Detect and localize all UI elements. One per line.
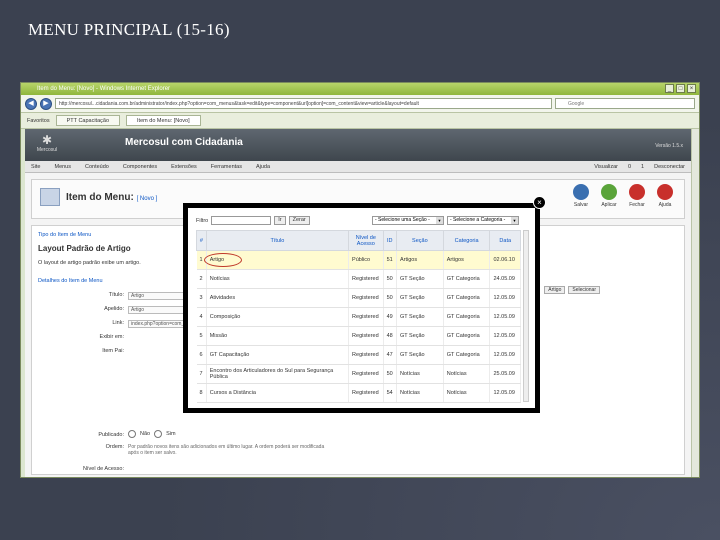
chevron-down-icon: ▼ xyxy=(436,217,443,224)
browser-window-title: Item do Menu: [Novo] - Windows Internet … xyxy=(37,86,171,92)
menu-help[interactable]: Ajuda xyxy=(256,161,270,172)
admin-menu: Site Menus Conteúdo Componentes Extensõe… xyxy=(25,161,691,173)
published-no-label: Não xyxy=(140,431,151,437)
favorites-link[interactable]: Favoritos xyxy=(27,118,50,124)
menu-site[interactable]: Site xyxy=(31,161,40,172)
page-subtitle: [ Novo ] xyxy=(136,196,158,202)
article-select-modal: Filtro Ir Zerar - Selecione uma Seção - ▼… xyxy=(183,203,540,413)
close-button[interactable]: Fechar xyxy=(626,184,648,208)
menu-tools[interactable]: Ferramentas xyxy=(211,161,242,172)
article-link[interactable]: Notícias xyxy=(206,269,350,289)
published-yes-radio[interactable] xyxy=(154,430,163,438)
field-label: Título: xyxy=(108,292,124,298)
logout-link[interactable]: Desconectar xyxy=(654,161,685,172)
apply-icon xyxy=(601,184,617,200)
close-window-button[interactable]: × xyxy=(687,84,696,93)
details-heading: Detalhes do Item de Menu xyxy=(38,278,103,284)
col-id[interactable]: ID xyxy=(382,230,397,251)
access-label: Nível de Acesso: xyxy=(83,466,124,472)
menu-item-icon xyxy=(40,188,60,206)
search-input[interactable]: Google xyxy=(555,98,695,109)
menu-extensions[interactable]: Extensões xyxy=(171,161,197,172)
article-link[interactable]: Atividades xyxy=(206,288,350,308)
article-link[interactable]: Cursos a Distância xyxy=(206,383,350,403)
site-name: Mercosul com Cidadania xyxy=(125,137,243,148)
section-select[interactable]: - Selecione uma Seção - ▼ xyxy=(372,216,444,225)
version-text: Versão 1.5.x xyxy=(655,143,683,149)
site-logo: ✱ Mercosul xyxy=(36,133,58,153)
table-row[interactable]: 3 Atividades Registered 50 GT Seção GT Catego… xyxy=(196,288,521,308)
breadcrumb[interactable]: Tipo do Item de Menu xyxy=(38,232,91,238)
back-icon[interactable]: ◀ xyxy=(25,97,37,110)
forward-icon[interactable]: ▶ xyxy=(40,97,52,110)
apply-button[interactable]: Aplicar xyxy=(598,184,620,208)
select-button[interactable]: Selecionar xyxy=(568,286,600,294)
filter-bar: Filtro Ir Zerar xyxy=(196,216,310,225)
article-link[interactable]: Encontro dos Articuladores do Sul para S… xyxy=(206,364,350,384)
table-row[interactable]: 1 Artigo Público 51 Artigos Artigos 02.06.10 xyxy=(196,250,521,270)
published-label: Publicado: xyxy=(98,432,124,438)
highlight-circle xyxy=(204,253,242,267)
filter-label: Filtro xyxy=(196,217,209,224)
tab-item-menu[interactable]: Item do Menu: [Novo] xyxy=(126,115,201,126)
url-input[interactable]: http://mercosul...cidadania.com.br/admin… xyxy=(55,98,552,109)
table-row[interactable]: 8 Cursos a Distância Registered 54 Notícias N… xyxy=(196,383,521,403)
help-icon xyxy=(657,184,673,200)
tab-ptt[interactable]: PTT Capacitação xyxy=(55,115,121,126)
close-icon[interactable]: × xyxy=(533,196,546,209)
users-count[interactable]: 1 xyxy=(641,161,644,172)
table-row[interactable]: 7 Encontro dos Articuladores do Sul para … xyxy=(196,364,521,384)
help-button[interactable]: Ajuda xyxy=(654,184,676,208)
col-number: # xyxy=(196,230,207,251)
slide-title: MENU PRINCIPAL (15-16) xyxy=(28,20,230,39)
admin-header: ✱ Mercosul Mercosul com Cidadania Versão … xyxy=(25,129,691,161)
reset-button[interactable]: Zerar xyxy=(288,216,310,225)
col-section[interactable]: Seção xyxy=(395,230,444,251)
minimize-button[interactable]: _ xyxy=(665,84,674,93)
order-label: Ordem: xyxy=(105,444,124,450)
address-bar: ◀ ▶ http://mercosul...cidadania.com.br/a… xyxy=(21,95,699,113)
col-category[interactable]: Categoria xyxy=(442,230,491,251)
browser-scrollbar[interactable] xyxy=(691,129,699,477)
article-link[interactable]: Missão xyxy=(206,326,350,346)
col-access[interactable]: Nível de Acesso xyxy=(348,230,384,251)
layout-title: Layout Padrão de Artigo xyxy=(38,244,131,253)
chevron-down-icon: ▼ xyxy=(511,217,518,224)
col-date[interactable]: Data xyxy=(489,230,521,251)
table-row[interactable]: 5 Missão Registered 48 GT Seção GT Categoria 1… xyxy=(196,326,521,346)
go-button[interactable]: Ir xyxy=(274,216,286,225)
order-help-text: Por padrão novos itens são adicionados e… xyxy=(128,444,325,456)
layout-description: O layout de artigo padrão exibe um artig… xyxy=(38,260,141,266)
category-select[interactable]: - Selecione a Categoria - ▼ xyxy=(447,216,519,225)
col-title[interactable]: Título xyxy=(205,230,350,251)
tab-bar: Favoritos PTT Capacitação Item do Menu: … xyxy=(21,113,699,129)
table-row[interactable]: 2 Notícias Registered 50 GT Seção GT Categori… xyxy=(196,269,521,289)
published-no-radio[interactable] xyxy=(128,430,136,438)
cancel-icon xyxy=(629,184,645,200)
articles-table: # Título Nível de Acesso ID Seção Catego… xyxy=(196,230,521,403)
table-row[interactable]: 4 Composição Registered 49 GT Seção GT Catego… xyxy=(196,307,521,327)
published-yes-label: Sim xyxy=(166,431,176,437)
page-title: Item do Menu: [ Novo ] xyxy=(66,192,158,203)
field-label: Exibir em: xyxy=(99,334,124,340)
field-label: Item Pai: xyxy=(102,348,124,354)
preview-link[interactable]: Visualizar xyxy=(594,161,618,172)
article-button[interactable]: Artigo xyxy=(544,286,566,294)
save-icon xyxy=(573,184,589,200)
filter-input[interactable] xyxy=(211,216,272,225)
maximize-button[interactable]: □ xyxy=(676,84,685,93)
save-button[interactable]: Salvar xyxy=(570,184,592,208)
menu-components[interactable]: Componentes xyxy=(123,161,157,172)
menu-menus[interactable]: Menus xyxy=(54,161,71,172)
table-row[interactable]: 6 GT Capacitação Registered 47 GT Seção GT Ca… xyxy=(196,345,521,365)
field-label: Link: xyxy=(112,320,124,326)
article-link[interactable]: Composição xyxy=(206,307,350,327)
messages-count[interactable]: 0 xyxy=(628,161,631,172)
article-link[interactable]: GT Capacitação xyxy=(206,345,350,365)
field-label: Apelido: xyxy=(104,306,124,312)
menu-content[interactable]: Conteúdo xyxy=(85,161,109,172)
modal-scrollbar[interactable] xyxy=(523,230,529,402)
browser-titlebar: Item do Menu: [Novo] - Windows Internet … xyxy=(21,83,699,95)
